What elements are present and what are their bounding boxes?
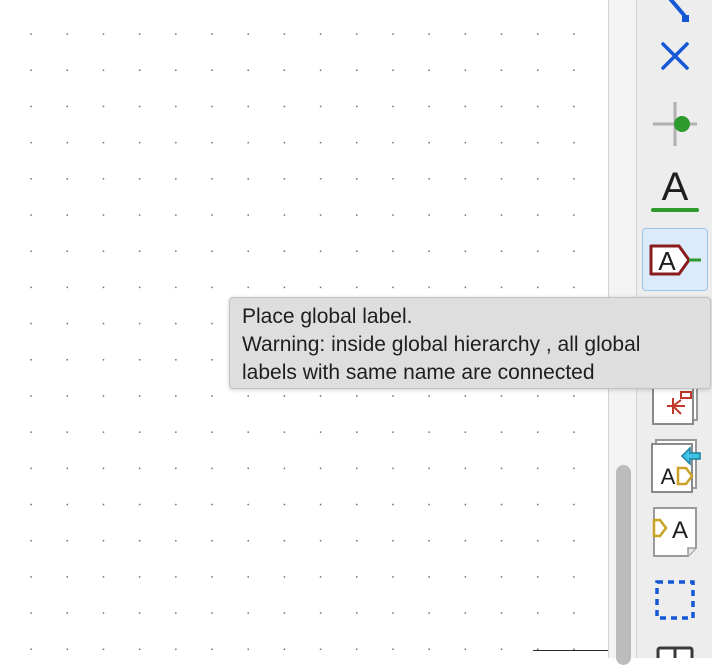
tooltip-line-warning: Warning: inside global hierarchy , all g… <box>242 333 641 356</box>
import-sheet-pin-icon: A <box>651 439 701 493</box>
tooltip-line-warning-cont: labels with same name are connected <box>242 361 595 384</box>
no-connect-tool-button[interactable] <box>642 24 708 88</box>
rectangle-tool-button[interactable] <box>642 568 708 632</box>
svg-text:A: A <box>661 464 676 489</box>
net-label-tool-button[interactable]: A <box>642 156 708 220</box>
canvas-wire-segment <box>533 650 608 651</box>
tooltip-place-global-label: Place global label. Warning: inside glob… <box>229 297 711 389</box>
sheet-pin-tool-button[interactable]: A <box>642 500 708 564</box>
global-label-icon: A <box>649 244 701 276</box>
sheet-pin-icon: A <box>652 507 697 557</box>
global-label-tool-button[interactable]: A <box>642 228 708 291</box>
tooltip-line-title: Place global label. <box>242 305 413 328</box>
scrollbar-thumb[interactable] <box>616 465 631 665</box>
junction-icon <box>653 102 697 146</box>
junction-tool-button[interactable] <box>642 92 708 156</box>
text-box-icon <box>656 646 694 658</box>
dashed-rectangle-icon <box>655 580 695 620</box>
svg-text:A: A <box>672 517 688 544</box>
svg-text:A: A <box>662 165 689 209</box>
no-connect-icon <box>661 42 689 70</box>
net-label-icon: A <box>651 165 699 212</box>
text-box-tool-button[interactable] <box>642 636 708 666</box>
wire-icon <box>668 0 689 22</box>
import-sheet-pin-tool-button[interactable]: A <box>642 432 708 496</box>
svg-text:A: A <box>658 246 676 276</box>
